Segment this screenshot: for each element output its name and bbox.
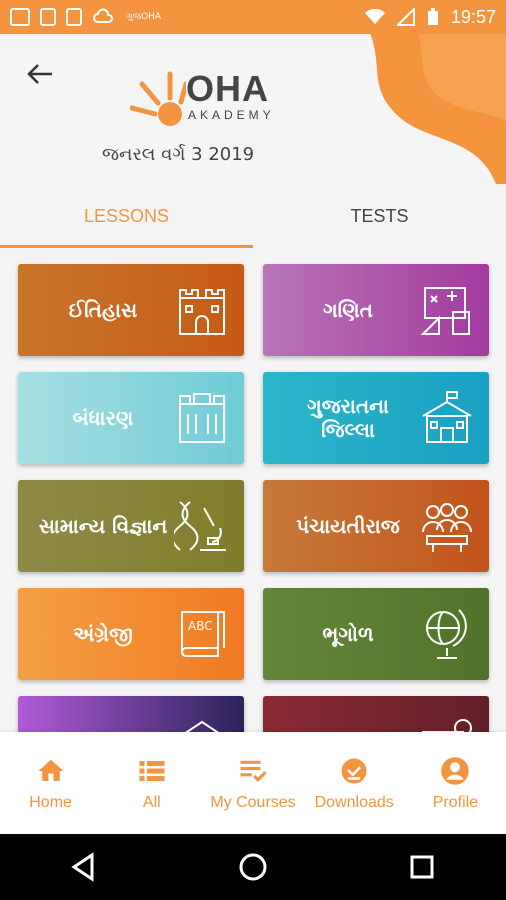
nav-label: Profile [432,794,479,811]
lesson-card-bandharan[interactable]: બંધારણ [18,372,244,464]
lesson-card-vigyan[interactable]: સામાન્ય વિજ્ઞાન [18,480,244,572]
lesson-card-bhugol[interactable]: ભૂગોળ [263,588,489,680]
image-notification-icon [40,8,56,26]
nav-home[interactable]: Home [0,732,101,834]
oha-akademy-logo: OHA AKADEMY [130,64,300,126]
back-arrow-icon[interactable] [24,58,56,90]
weather-icon [93,8,113,23]
lesson-card-jilla[interactable]: ગુજરાતના જિલ્લા [263,372,489,464]
tab-bar: LESSONS TESTS [0,184,506,248]
nav-label: Home [29,794,72,811]
profile-icon [441,757,470,785]
download-notification-icon [66,8,82,26]
tab-tests[interactable]: TESTS [253,184,506,248]
lesson-label: અંગ્રેજી [73,622,133,646]
lesson-card-9[interactable] [18,696,244,732]
money-icon [422,719,472,732]
microscope-dna-icon [174,501,226,551]
download-check-icon [341,758,367,784]
nav-all[interactable]: All [101,732,202,834]
decorative-swirl [370,34,506,184]
tab-lessons[interactable]: LESSONS [0,184,253,248]
gallery-notification-icon [10,8,30,26]
status-bar: ગુજOHA 19:57 [0,0,506,34]
system-recents-icon[interactable] [406,851,438,883]
bottom-navigation: Home All My Courses Downloads Profile [0,732,506,834]
list-icon [139,761,165,781]
course-header: OHA AKADEMY જનરલ વર્ગ 3 2019 [0,34,506,184]
nav-label: My Courses [210,794,296,811]
people-meeting-icon [422,503,472,552]
lessons-grid: ઈતિહાસ ગણિત બંધારણ ગુજરાતના જિલ્લા સામાન… [0,248,506,732]
system-home-icon[interactable] [237,851,269,883]
fort-icon [179,289,225,335]
school-icon [422,391,472,443]
lesson-label: ગણિત [323,298,373,322]
building-icon [179,393,225,443]
svg-text:ABC: ABC [188,619,213,633]
lesson-label: ઈતિહાસ [68,298,138,322]
logo-subtext: AKADEMY [188,108,275,122]
lesson-card-itihas[interactable]: ઈતિહાસ [18,264,244,356]
nav-my-courses[interactable]: My Courses [202,732,303,834]
lesson-card-angreji[interactable]: અંગ્રેજી ABC [18,588,244,680]
battery-icon [427,8,438,25]
lesson-label: સામાન્ય વિજ્ઞાન [38,514,168,538]
abc-book-icon: ABC [181,611,225,657]
lesson-label: બંધારણ [72,406,134,430]
notification-text: ગુજOHA [126,12,162,22]
home-icon [38,759,64,781]
wifi-icon [364,9,385,24]
lesson-label: ગુજરાતના જિલ્લા [307,394,389,442]
course-title: જનરલ વર્ગ 3 2019 [102,144,255,165]
lesson-label: ભૂગોળ [322,622,374,646]
nav-label: Downloads [314,794,394,811]
sun-logo-icon [130,71,186,126]
signal-icon [396,8,415,26]
lesson-card-ganit[interactable]: ગણિત [263,264,489,356]
nav-downloads[interactable]: Downloads [304,732,405,834]
lesson-card-10[interactable] [263,696,489,732]
globe-icon [426,609,467,659]
math-board-icon [420,287,470,335]
lesson-card-panchayat[interactable]: પંચાયતીરાજ [263,480,489,572]
status-time: 19:57 [450,6,496,27]
logo-text: OHA [186,68,269,109]
tent-icon [185,720,219,732]
system-back-icon[interactable] [68,851,100,883]
my-courses-icon [240,760,267,782]
system-navigation-bar [0,834,506,900]
nav-label: All [142,794,161,811]
lesson-label: પંચાયતીરાજ [296,514,400,538]
nav-profile[interactable]: Profile [405,732,506,834]
